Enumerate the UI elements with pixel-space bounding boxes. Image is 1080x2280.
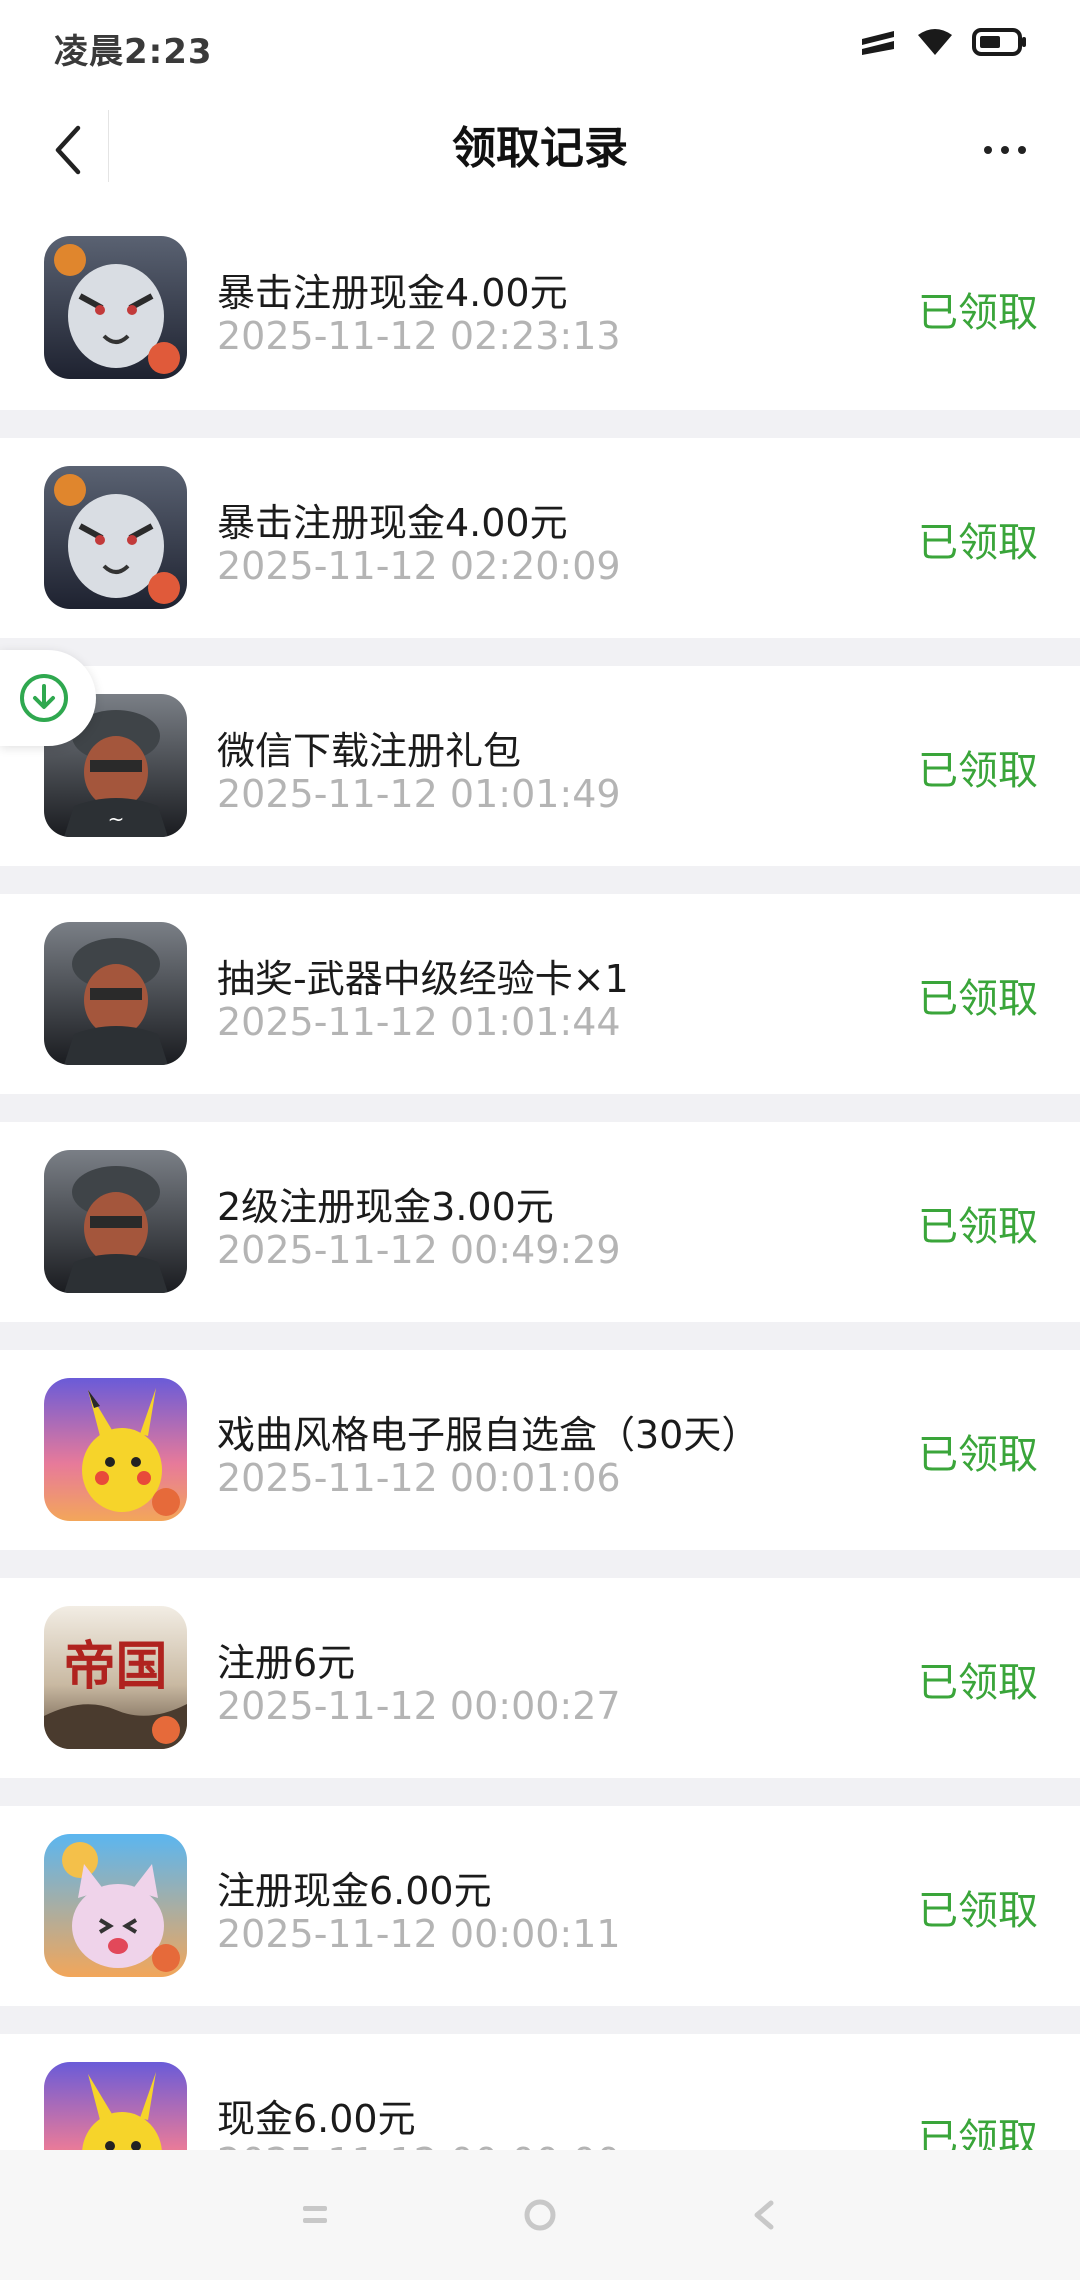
wifi-icon	[916, 27, 954, 61]
pikachu-game-icon	[44, 1378, 187, 1521]
status-label: 已领取	[918, 1888, 1038, 1934]
record-row[interactable]: 暴击注册现金4.00元 2025-11-12 02:20:09 已领取	[0, 438, 1080, 666]
empire-game-icon: 帝国	[44, 1606, 187, 1749]
status-bar: 凌晨2:23	[0, 0, 1080, 90]
floating-download-button[interactable]	[0, 650, 96, 746]
signal-icon	[858, 27, 898, 61]
record-time: 2025-11-12 00:49:29	[217, 1228, 621, 1272]
recent-apps-button[interactable]	[285, 2185, 345, 2245]
status-label: 已领取	[918, 1432, 1038, 1478]
claim-record-list: 暴击注册现金4.00元 2025-11-12 02:23:13 已领取 暴击注册…	[0, 208, 1080, 2262]
home-circle-icon	[524, 2199, 556, 2231]
status-label: 已领取	[918, 1660, 1038, 1706]
record-time: 2025-11-12 02:23:13	[217, 314, 621, 358]
record-title: 暴击注册现金4.00元	[217, 271, 568, 315]
record-title: 微信下载注册礼包	[217, 729, 522, 773]
svg-text:~: ~	[108, 807, 125, 831]
status-time: 凌晨2:23	[54, 32, 213, 72]
back-chevron-icon	[754, 2200, 774, 2230]
more-options-button[interactable]	[960, 110, 1050, 190]
home-button[interactable]	[510, 2185, 570, 2245]
more-dot-icon	[1018, 146, 1026, 154]
record-row[interactable]: 戏曲风格电子服自选盒（30天） 2025-11-12 00:01:06 已领取	[0, 1350, 1080, 1578]
header-divider	[108, 110, 109, 182]
menu-lines-icon	[303, 2206, 327, 2223]
record-title: 2级注册现金3.00元	[217, 1185, 554, 1229]
cat-game-icon	[44, 1834, 187, 1977]
system-nav-bar	[0, 2150, 1080, 2280]
record-time: 2025-11-12 00:00:11	[217, 1912, 621, 1956]
download-icon	[20, 674, 68, 722]
status-label: 已领取	[918, 290, 1038, 336]
app-header: 领取记录	[0, 90, 1080, 208]
record-title: 注册现金6.00元	[217, 1869, 492, 1913]
record-time: 2025-11-12 00:00:27	[217, 1684, 621, 1728]
more-dot-icon	[984, 146, 992, 154]
record-row[interactable]: 抽奖-武器中级经验卡×1 2025-11-12 01:01:44 已领取	[0, 894, 1080, 1122]
page-title: 领取记录	[452, 123, 628, 174]
record-row[interactable]: 暴击注册现金4.00元 2025-11-12 02:23:13 已领取	[0, 208, 1080, 438]
soldier-game-icon	[44, 1150, 187, 1293]
system-back-button[interactable]	[735, 2185, 795, 2245]
record-time: 2025-11-12 02:20:09	[217, 544, 621, 588]
status-label: 已领取	[918, 748, 1038, 794]
battery-icon	[972, 26, 1028, 62]
status-label: 已领取	[918, 1204, 1038, 1250]
record-time: 2025-11-12 01:01:49	[217, 772, 621, 816]
record-title: 戏曲风格电子服自选盒（30天）	[217, 1413, 760, 1457]
record-title: 暴击注册现金4.00元	[217, 501, 568, 545]
more-dot-icon	[1001, 146, 1009, 154]
record-row[interactable]: 帝国 注册6元 2025-11-12 00:00:27 已领取	[0, 1578, 1080, 1806]
record-title: 注册6元	[217, 1641, 356, 1685]
record-row[interactable]: 注册现金6.00元 2025-11-12 00:00:11 已领取	[0, 1806, 1080, 2034]
back-arrow-icon	[55, 125, 81, 175]
tiger-game-icon	[44, 236, 187, 379]
status-icons	[858, 24, 1028, 64]
record-title: 现金6.00元	[217, 2097, 416, 2141]
soldier-game-icon	[44, 922, 187, 1065]
record-row[interactable]: ~ 微信下载注册礼包 2025-11-12 01:01:49 已领取	[0, 666, 1080, 894]
status-label: 已领取	[918, 976, 1038, 1022]
record-row[interactable]: 2级注册现金3.00元 2025-11-12 00:49:29 已领取	[0, 1122, 1080, 1350]
status-label: 已领取	[918, 520, 1038, 566]
record-time: 2025-11-12 01:01:44	[217, 1000, 621, 1044]
tiger-game-icon	[44, 466, 187, 609]
empire-icon-text: 帝国	[63, 1636, 168, 1697]
record-time: 2025-11-12 00:01:06	[217, 1456, 621, 1500]
record-title: 抽奖-武器中级经验卡×1	[217, 957, 629, 1001]
back-button[interactable]	[28, 110, 108, 190]
